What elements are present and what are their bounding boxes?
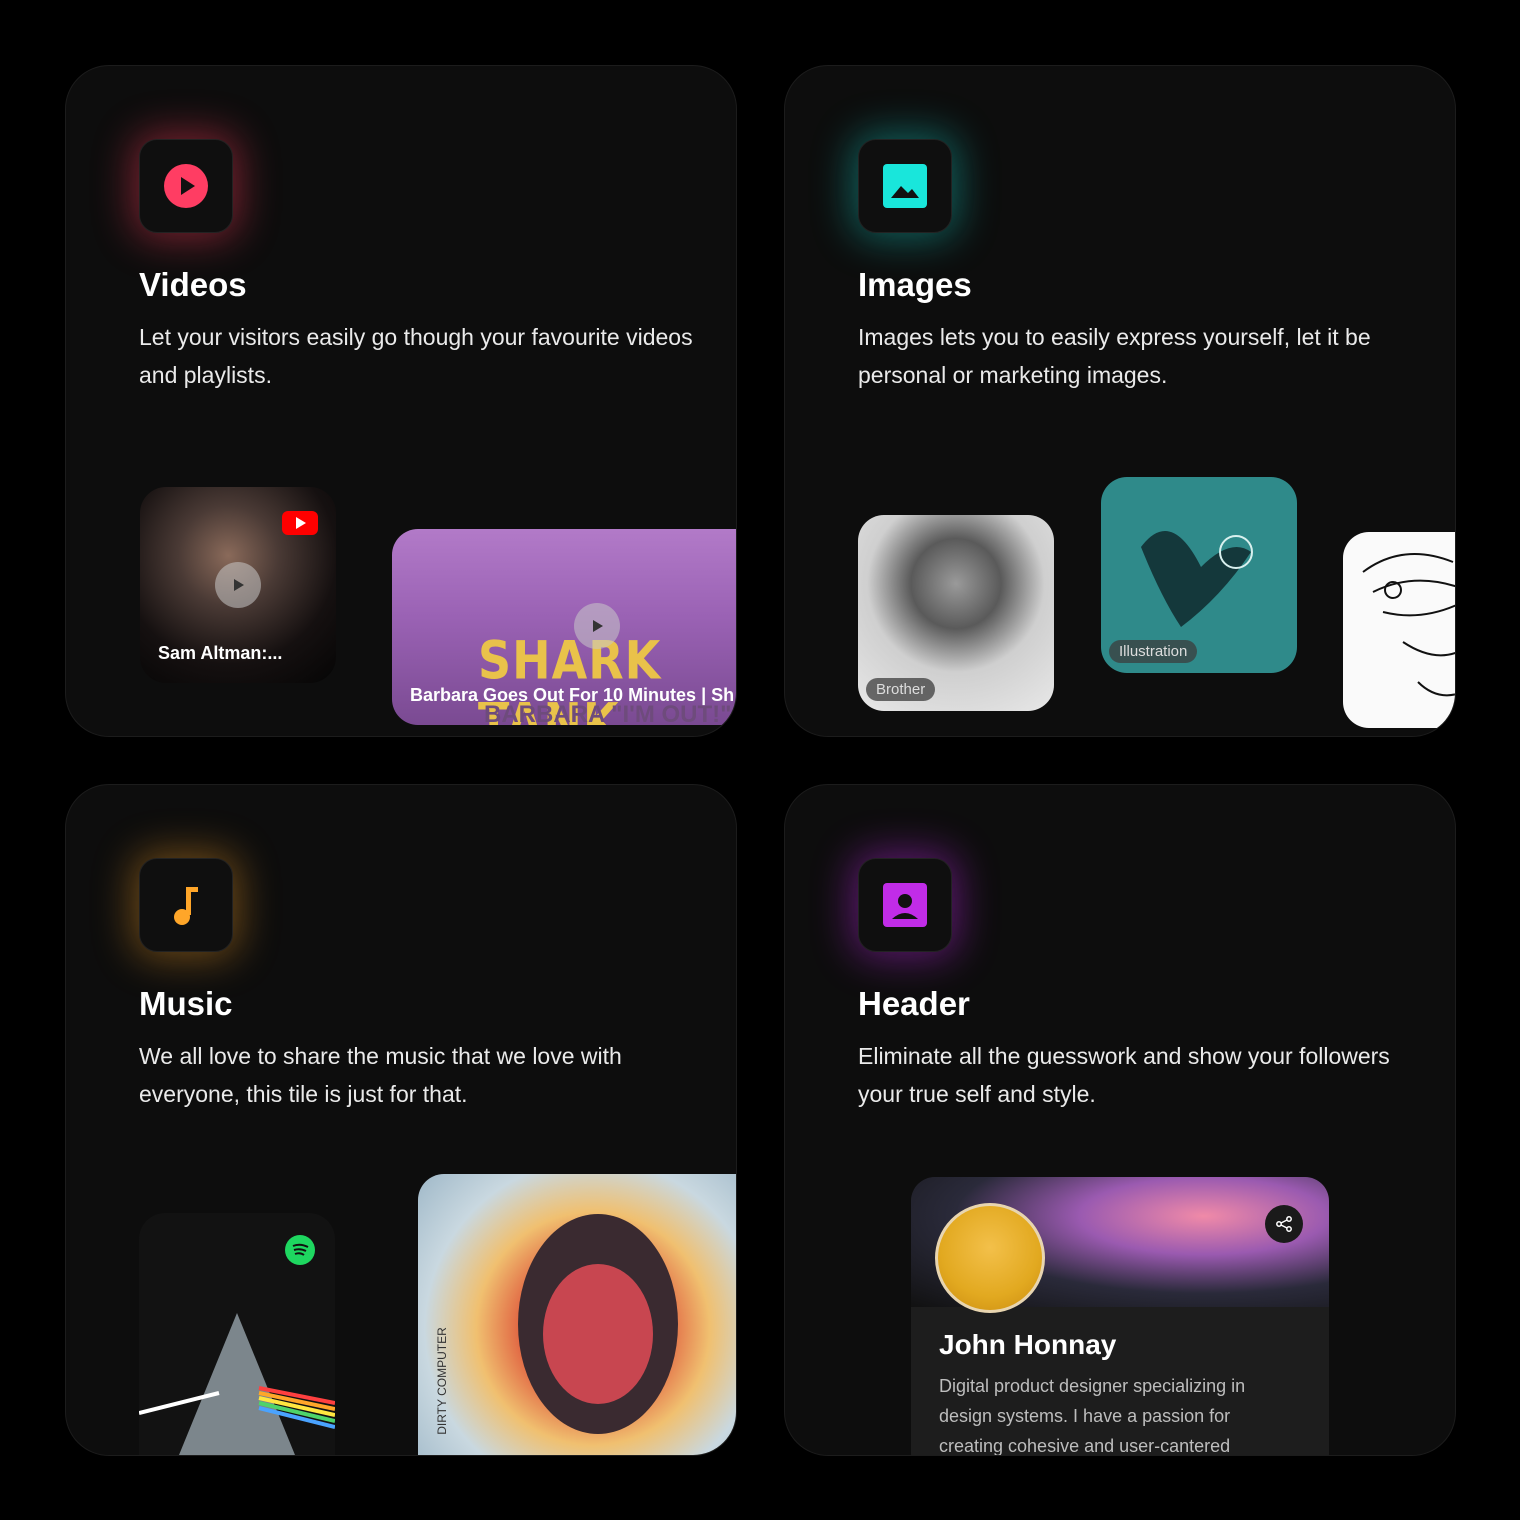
video-thumbnail-sam-altman[interactable]: Sam Altman:... bbox=[140, 487, 336, 683]
image-thumbnail-brother[interactable]: Brother bbox=[858, 515, 1054, 711]
video-play-button[interactable] bbox=[574, 603, 620, 649]
music-title: Music bbox=[139, 985, 233, 1022]
spotify-icon bbox=[285, 1235, 315, 1265]
music-note-icon bbox=[174, 887, 198, 925]
videos-card[interactable]: Videos Let your visitors easily go thoug… bbox=[65, 65, 737, 737]
image-thumbnail-sketch[interactable] bbox=[1343, 532, 1455, 728]
header-title: Header bbox=[858, 985, 970, 1022]
header-card[interactable]: Header Eliminate all the guesswork and s… bbox=[784, 784, 1456, 1456]
play-circle-icon bbox=[164, 164, 208, 208]
images-icon-box bbox=[858, 139, 952, 233]
images-title: Images bbox=[858, 266, 972, 303]
header-description: Eliminate all the guesswork and show you… bbox=[858, 1043, 1390, 1107]
images-card[interactable]: Images Images lets you to easily express… bbox=[784, 65, 1456, 737]
share-button[interactable] bbox=[1265, 1205, 1303, 1243]
album-face-artwork bbox=[518, 1214, 678, 1434]
image-label-chip: Illustration bbox=[1109, 640, 1198, 663]
videos-title: Videos bbox=[139, 266, 247, 303]
play-icon bbox=[593, 620, 603, 632]
header-icon-box bbox=[858, 858, 952, 952]
videos-icon-box bbox=[139, 139, 233, 233]
avatar bbox=[935, 1203, 1045, 1313]
image-label-chip: Brother bbox=[866, 678, 936, 701]
video-play-button[interactable] bbox=[215, 562, 261, 608]
sketch-face bbox=[1362, 553, 1455, 697]
youtube-icon bbox=[282, 511, 318, 535]
album-side-text: DIRTY COMPUTER bbox=[434, 1327, 449, 1435]
videos-description: Let your visitors easily go though your … bbox=[139, 324, 693, 388]
image-thumbnail-illustration[interactable]: Illustration bbox=[1101, 477, 1297, 673]
music-thumbnail-album[interactable]: DIRTY COMPUTER bbox=[418, 1174, 736, 1455]
music-description: We all love to share the music that we l… bbox=[139, 1043, 622, 1107]
images-description: Images lets you to easily express yourse… bbox=[858, 324, 1371, 388]
play-icon bbox=[234, 579, 244, 591]
music-icon-box bbox=[139, 858, 233, 952]
image-icon bbox=[883, 164, 927, 208]
share-icon bbox=[1276, 1216, 1292, 1232]
video-caption: Sam Altman:... bbox=[158, 643, 283, 663]
music-thumbnail-prism[interactable] bbox=[139, 1213, 335, 1455]
video-caption: Barbara Goes Out For 10 Minutes | Sh bbox=[410, 685, 735, 705]
music-card[interactable]: Music We all love to share the music tha… bbox=[65, 784, 737, 1456]
profile-preview[interactable]: John Honnay Digital product designer spe… bbox=[911, 1177, 1329, 1456]
profile-card-icon bbox=[883, 883, 927, 927]
profile-name: John Honnay bbox=[939, 1329, 1117, 1360]
profile-bio: Digital product designer specializing in… bbox=[939, 1376, 1246, 1456]
video-thumbnail-shark-tank[interactable]: SHARK TANK BARBARA "I'M OUT!" Barbara Go… bbox=[392, 529, 736, 725]
